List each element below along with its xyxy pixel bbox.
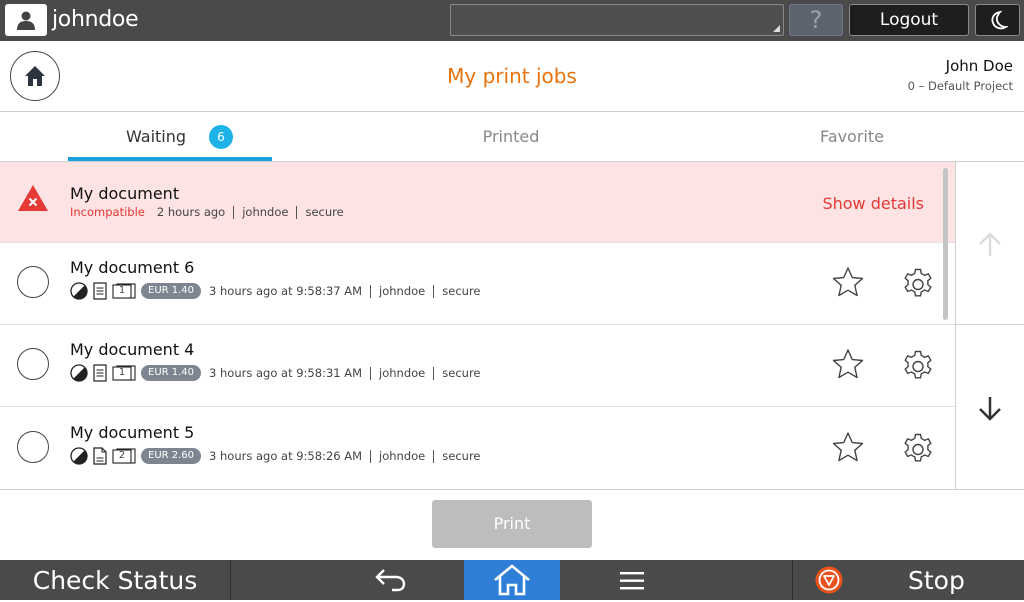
settings-gear-icon[interactable]: [900, 265, 936, 301]
job-time: 2 hours ago: [156, 205, 226, 219]
home-icon: [494, 564, 530, 596]
single-sided-icon: [93, 364, 107, 382]
price-badge: EUR 1.40: [141, 283, 202, 299]
job-meta: 1 EUR 1.40 3 hours ago at 9:58:37 AM joh…: [70, 282, 481, 300]
moon-icon: [991, 10, 1008, 30]
top-bar: johndoe ? Logout: [0, 0, 1024, 41]
single-sided-icon: [93, 282, 107, 300]
tab-favorite[interactable]: Favorite: [752, 112, 952, 161]
home-nav-button[interactable]: [464, 560, 560, 600]
meta-separator: [233, 205, 235, 219]
scroll-controls: [955, 162, 1024, 489]
logout-button[interactable]: Logout: [849, 4, 969, 36]
arrow-up-icon: [979, 232, 1001, 256]
arrow-down-icon: [979, 397, 1001, 421]
job-queue: secure: [305, 205, 344, 219]
job-time: 3 hours ago at 9:58:37 AM: [209, 284, 363, 298]
copies-icon: 1: [112, 283, 136, 299]
job-row[interactable]: My document 4 1 EUR 1.40 3 hours ago at …: [0, 325, 955, 407]
job-select-radio[interactable]: [17, 266, 49, 298]
job-title: My document: [70, 184, 180, 203]
copies-count: 1: [118, 285, 126, 296]
job-user: johndoe: [379, 284, 426, 298]
job-time: 3 hours ago at 9:58:26 AM: [209, 449, 363, 463]
double-sided-icon: [93, 447, 107, 465]
menu-icon[interactable]: [620, 572, 644, 590]
scroll-down-button[interactable]: [956, 326, 1024, 489]
job-row[interactable]: My document 6 1 EUR 1.40 3 hours ago at …: [0, 243, 955, 325]
page-title: My print jobs: [447, 64, 577, 88]
print-footer: Print: [0, 489, 1024, 560]
job-tabs: Waiting 6 Printed Favorite: [0, 112, 1024, 162]
job-title: My document 4: [70, 340, 195, 359]
meta-separator: [370, 284, 372, 298]
list-scrollbar[interactable]: [943, 168, 948, 320]
job-meta: 1 EUR 1.40 3 hours ago at 9:58:31 AM joh…: [70, 364, 481, 382]
job-queue: secure: [442, 366, 481, 380]
help-button[interactable]: ?: [789, 4, 843, 36]
job-select-radio[interactable]: [17, 348, 49, 380]
user-icon[interactable]: [5, 4, 47, 36]
show-details-link[interactable]: Show details: [822, 194, 924, 213]
settings-gear-icon[interactable]: [900, 347, 936, 383]
job-title: My document 6: [70, 258, 195, 277]
job-user: johndoe: [379, 449, 426, 463]
job-queue: secure: [442, 284, 481, 298]
job-user: johndoe: [242, 205, 289, 219]
back-icon[interactable]: [372, 567, 408, 593]
meta-separator: [433, 284, 435, 298]
price-badge: EUR 2.60: [141, 448, 202, 464]
copies-count: 2: [118, 450, 126, 461]
bottom-bar: Check Status Stop: [0, 560, 1024, 600]
color-mode-icon: [70, 364, 88, 382]
job-list: My document Incompatible 2 hours ago joh…: [0, 162, 955, 489]
job-row-error[interactable]: My document Incompatible 2 hours ago joh…: [0, 162, 955, 243]
stop-icon: [815, 566, 843, 594]
stop-label: Stop: [908, 566, 965, 595]
waiting-count-badge: 6: [209, 125, 233, 149]
page-header: My print jobs John Doe 0 – Default Proje…: [0, 41, 1024, 112]
username-label: johndoe: [52, 7, 139, 32]
night-mode-button[interactable]: [975, 4, 1020, 36]
search-input[interactable]: [450, 4, 784, 36]
job-user: johndoe: [379, 366, 426, 380]
meta-separator: [433, 366, 435, 380]
job-row[interactable]: My document 5 2 EUR 2.60 3 hours ago at …: [0, 407, 955, 489]
settings-gear-icon[interactable]: [900, 430, 936, 466]
account-name: John Doe: [945, 57, 1013, 75]
favorite-star-icon[interactable]: [831, 431, 865, 463]
job-time: 3 hours ago at 9:58:31 AM: [209, 366, 363, 380]
print-button[interactable]: Print: [432, 500, 592, 548]
tab-printed[interactable]: Printed: [411, 112, 611, 161]
warning-icon: [18, 185, 48, 211]
favorite-star-icon[interactable]: [831, 348, 865, 380]
job-title: My document 5: [70, 423, 195, 442]
meta-separator: [433, 449, 435, 463]
color-mode-icon: [70, 282, 88, 300]
active-tab-indicator: [68, 157, 272, 161]
color-mode-icon: [70, 447, 88, 465]
job-queue: secure: [442, 449, 481, 463]
job-status: Incompatible: [70, 205, 145, 219]
resize-corner-icon: [773, 25, 780, 32]
check-status-button[interactable]: Check Status: [0, 560, 231, 600]
meta-separator: [370, 366, 372, 380]
job-select-radio[interactable]: [17, 431, 49, 463]
stop-button[interactable]: Stop: [792, 560, 1024, 600]
job-meta: Incompatible 2 hours ago johndoe secure: [70, 205, 344, 219]
favorite-star-icon[interactable]: [831, 266, 865, 298]
copies-icon: 1: [112, 365, 136, 381]
job-meta: 2 EUR 2.60 3 hours ago at 9:58:26 AM joh…: [70, 447, 481, 465]
meta-separator: [296, 205, 298, 219]
account-project: 0 – Default Project: [907, 79, 1013, 93]
copies-icon: 2: [112, 448, 136, 464]
meta-separator: [370, 449, 372, 463]
price-badge: EUR 1.40: [141, 365, 202, 381]
scroll-up-button[interactable]: [956, 162, 1024, 325]
copies-count: 1: [118, 367, 126, 378]
